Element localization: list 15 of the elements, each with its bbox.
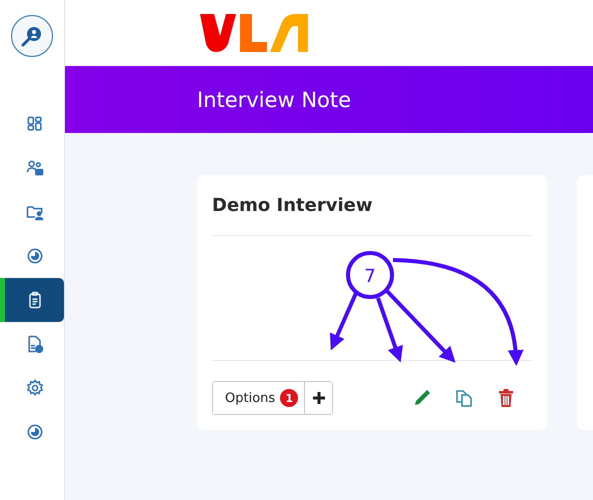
edit-icon[interactable] (413, 388, 431, 408)
copy-icon[interactable] (455, 388, 474, 408)
settings-icon (24, 378, 44, 398)
pie-icon (24, 422, 44, 442)
people-icon (24, 158, 44, 178)
card-title: Demo Interview (212, 175, 532, 236)
pie-icon (24, 246, 44, 266)
count-badge: 1 (280, 389, 298, 407)
page-title: Interview Note (197, 88, 352, 112)
plus-icon (312, 391, 326, 405)
sidebar-item[interactable] (0, 278, 64, 322)
arrow (330, 292, 358, 350)
options-button[interactable]: Options 1 (213, 382, 306, 414)
app-logo[interactable] (11, 15, 53, 57)
delete-icon[interactable] (498, 388, 514, 408)
